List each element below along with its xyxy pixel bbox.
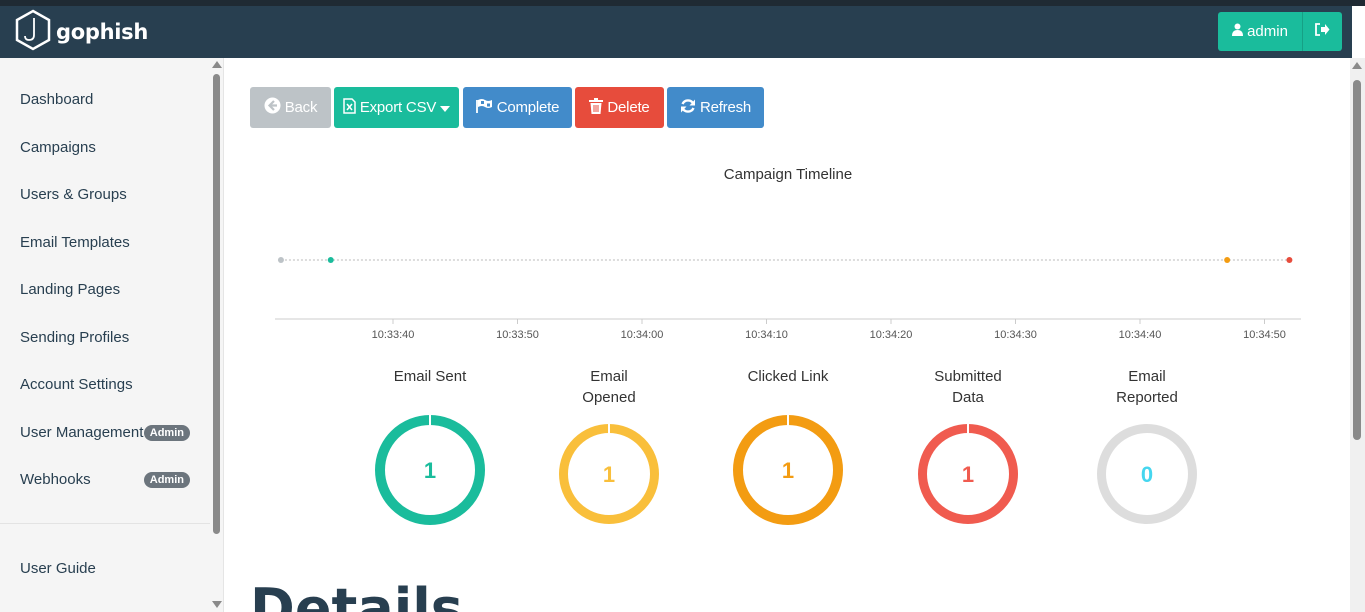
brand[interactable]: gophish [14,9,148,56]
details-heading: Details [250,577,463,612]
sidebar-item-dashboard[interactable]: Dashboard [20,91,190,108]
stat-label: Submitted Data [898,366,1038,408]
flag-checkered-icon [475,98,493,117]
timeline-tick-label: 10:33:50 [496,329,539,341]
stat-label: Email Opened [539,366,679,408]
trash-icon [589,97,604,118]
timeline-event-point[interactable] [327,257,334,263]
sidebar-item-label: Dashboard [20,91,94,108]
timeline-tick-label: 10:33:40 [372,329,415,341]
scroll-up-arrow-icon[interactable] [1352,62,1362,69]
admin-badge: Admin [143,424,190,441]
arrow-circle-left-icon [264,97,281,118]
stat-label-line: Email Sent [393,368,467,385]
stat-label-line: Reported [1116,389,1178,406]
timeline-tick-label: 10:34:00 [621,329,664,341]
complete-button[interactable]: Complete [463,87,572,128]
sidebar-item-user-guide[interactable]: User Guide [20,560,190,577]
sidebar-divider [0,523,210,524]
refresh-button[interactable]: Refresh [667,87,764,128]
campaign-timeline-chart: 10:33:40 10:33:50 10:34:00 10:34:10 10:34:20… [275,257,1301,341]
sidebar-item-label: Email Templates [20,234,130,251]
timeline-event-point[interactable] [1224,257,1231,263]
export-csv-label: Export CSV [359,99,437,116]
admin-badge: Admin [143,471,190,488]
stat-label: Email Sent [360,366,500,387]
stat-value: 1 [424,458,436,483]
complete-label: Complete [496,99,560,116]
stat-label-line: Email [1128,368,1166,385]
sidebar-scrollbar[interactable] [210,58,224,612]
navbar: gophish admin [0,6,1352,58]
timeline-event-point[interactable] [277,257,284,263]
logout-button[interactable] [1303,12,1342,51]
stat-label-line: Email [590,368,628,385]
sidebar-item-account-settings[interactable]: Account Settings [20,376,190,393]
scroll-down-arrow-icon[interactable] [212,601,222,608]
stat-donut[interactable]: 1 [733,415,843,525]
stat-value: 1 [782,458,794,483]
timeline-tick-label: 10:34:50 [1243,329,1286,341]
stat-label-line: Opened [582,389,636,406]
brand-name: gophish [56,20,148,44]
sidebar-item-user-management[interactable]: User Management Admin [20,424,190,441]
user-icon [1232,23,1244,40]
stat-donut[interactable]: 0 [1097,424,1197,524]
stat-donut[interactable]: 1 [918,424,1018,524]
stat-label: Email Reported [1077,366,1217,408]
sidebar-item-label: Users & Groups [20,186,127,203]
timeline-tick-label: 10:34:10 [745,329,788,341]
sidebar-scroll-thumb[interactable] [213,74,220,534]
stat-label-line: Data [952,389,984,406]
stat-label-line: Clicked Link [747,368,829,385]
main-scroll-thumb[interactable] [1353,80,1361,440]
sidebar-item-label: User Management [20,424,144,441]
sign-out-icon [1315,22,1330,41]
back-label: Back [284,99,318,116]
timeline-tick-label: 10:34:30 [994,329,1037,341]
user-menu: admin [1218,12,1342,51]
stat-label-line: Submitted [934,368,1002,385]
timeline-tick-label: 10:34:40 [1119,329,1162,341]
sidebar-item-sending-profiles[interactable]: Sending Profiles [20,329,190,346]
delete-label: Delete [607,99,650,116]
refresh-label: Refresh [699,99,752,116]
stat-value: 1 [962,462,974,487]
gophish-logo-icon [14,9,52,56]
delete-button[interactable]: Delete [575,87,664,128]
sidebar-item-label: Sending Profiles [20,329,130,346]
main-scrollbar[interactable] [1350,58,1365,612]
sidebar-item-label: Account Settings [20,376,133,393]
sidebar-item-label: Webhooks [20,471,91,488]
scroll-up-arrow-icon[interactable] [212,61,222,68]
sidebar-item-label: Campaigns [20,139,96,156]
timeline-title: Campaign Timeline [723,166,853,183]
stat-donut[interactable]: 1 [375,415,485,525]
export-csv-button[interactable]: Export CSV [334,87,459,128]
file-excel-icon [343,97,356,118]
sidebar-item-email-templates[interactable]: Email Templates [20,234,190,251]
sidebar: Dashboard Campaigns Users & Groups Email… [0,58,224,612]
stat-value: 0 [1141,462,1153,487]
sidebar-item-campaigns[interactable]: Campaigns [20,139,190,156]
sidebar-item-label: Landing Pages [20,281,121,298]
user-name: admin [1247,23,1288,40]
timeline-tick-label: 10:34:20 [870,329,913,341]
refresh-icon [680,98,696,118]
sidebar-item-webhooks[interactable]: Webhooks Admin [20,471,190,488]
sidebar-item-label: User Guide [20,560,96,577]
stat-label: Clicked Link [718,366,858,387]
stat-value: 1 [603,462,615,487]
back-button[interactable]: Back [250,87,331,128]
stat-donut[interactable]: 1 [559,424,659,524]
timeline-event-point[interactable] [1286,257,1293,263]
sidebar-item-landing-pages[interactable]: Landing Pages [20,281,190,298]
caret-down-icon [440,99,451,116]
user-profile-button[interactable]: admin [1218,12,1303,51]
sidebar-item-users-groups[interactable]: Users & Groups [20,186,190,203]
